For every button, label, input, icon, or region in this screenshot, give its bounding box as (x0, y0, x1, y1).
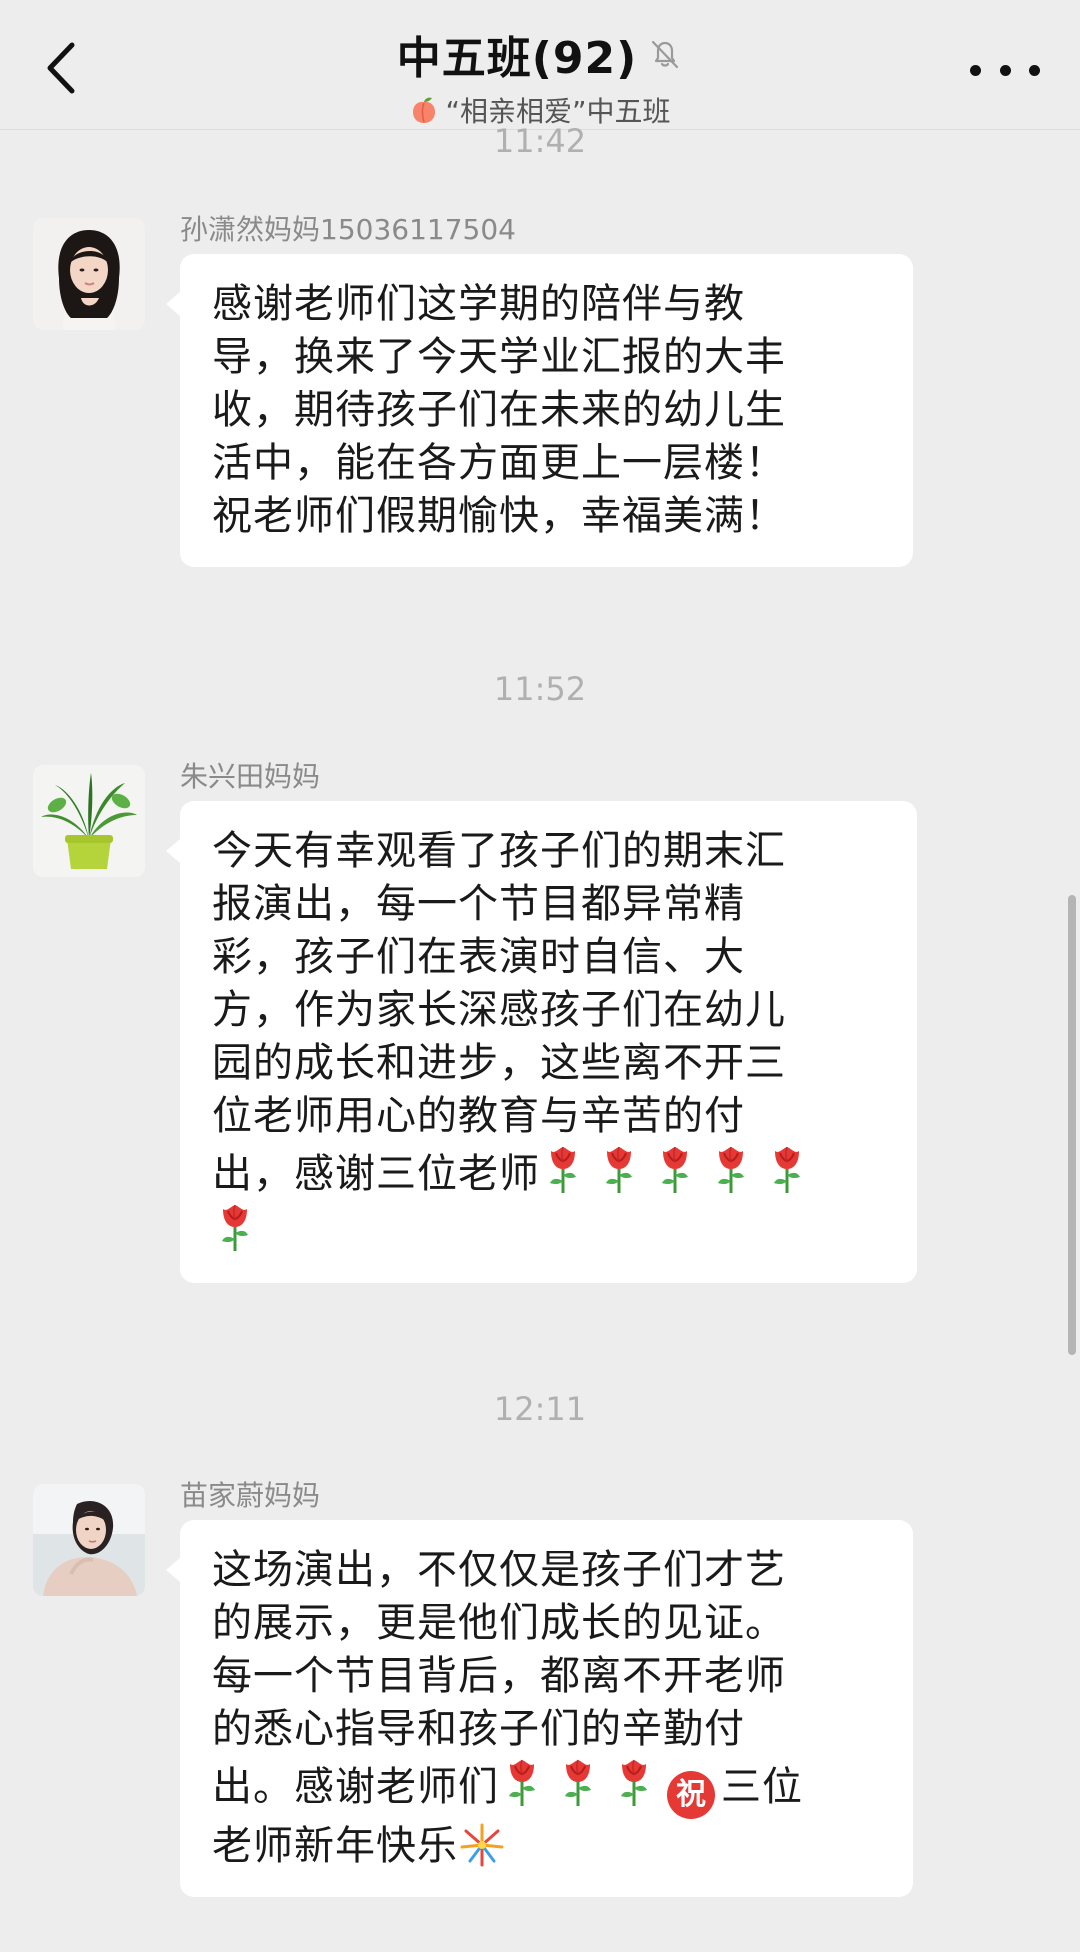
rose-emoji-icon (509, 1759, 535, 1806)
message-line: 祝老师们假期愉快，幸福美满！ (212, 493, 786, 539)
more-dots-icon (970, 64, 981, 76)
rose-emoji-group (540, 1146, 820, 1197)
message-line: 感谢老师们这学期的陪伴与教 (212, 281, 745, 327)
potted-plant-avatar (33, 765, 145, 877)
message-line: 老师新年快乐 (212, 1819, 879, 1873)
message-line: 的悉心指导和孩子们的辛勤付 (212, 1706, 745, 1752)
message-line: 每一个节目背后，都离不开老师 (212, 1653, 786, 1699)
chat-header: 中五班(92) “相亲相爱”中五班 (0, 0, 1080, 130)
message-line-text: 出，感谢三位老师 (212, 1151, 540, 1197)
mute-bell-icon (652, 40, 679, 69)
rose-emoji-icon (662, 1146, 688, 1193)
zhu-emoji-icon: 祝 (667, 1771, 715, 1819)
message-bubble[interactable]: 今天有幸观看了孩子们的期末汇 报演出，每一个节目都异常精 彩，孩子们在表演时自信… (166, 801, 917, 1283)
message-line: 收，期待孩子们在未来的幼儿生 (212, 387, 786, 433)
avatar[interactable] (33, 765, 145, 877)
more-options-button[interactable] (970, 50, 1040, 90)
rose-emoji-icon (550, 1146, 576, 1193)
scrollbar[interactable] (1068, 895, 1076, 1355)
timestamp: 11:52 (493, 670, 587, 708)
woman-portrait-avatar (33, 218, 145, 330)
sender-name: 苗家蔚妈妈 (180, 1479, 321, 1512)
message-line: 出。感谢老师们 祝三位 (212, 1756, 879, 1819)
rose-emoji-icon (222, 1204, 248, 1251)
avatar[interactable] (33, 218, 145, 330)
message-line (212, 1201, 883, 1259)
rose-emoji-icon (774, 1146, 800, 1193)
message-line-text: 老师新年快乐 (212, 1823, 458, 1869)
woman-portrait-2-avatar (33, 1484, 145, 1596)
timestamp: 11:42 (493, 122, 587, 160)
rose-emoji-group (499, 1759, 667, 1810)
rose-emoji-icon (565, 1759, 591, 1806)
message-line-text: 三位 (721, 1764, 803, 1810)
sender-name: 孙潇然妈妈15036117504 (180, 213, 516, 246)
message-line: 今天有幸观看了孩子们的期末汇 (212, 828, 786, 874)
message-bubble[interactable]: 感谢老师们这学期的陪伴与教 导，换来了今天学业汇报的大丰 收，期待孩子们在未来的… (166, 254, 913, 567)
message-line: 这场演出，不仅仅是孩子们才艺 (212, 1547, 786, 1593)
group-title: 中五班(92) (396, 33, 638, 84)
message-line-text: 出。感谢老师们 (212, 1764, 499, 1810)
fireworks-emoji-icon (460, 1823, 504, 1867)
message-line: 报演出，每一个节目都异常精 (212, 881, 745, 927)
rose-emoji-icon (621, 1759, 647, 1806)
sender-name: 朱兴田妈妈 (180, 760, 321, 793)
peach-icon (413, 97, 436, 123)
chat-title-area[interactable]: 中五班(92) “相亲相爱”中五班 (0, 22, 1080, 130)
message-line: 导，换来了今天学业汇报的大丰 (212, 334, 786, 380)
message-line: 方，作为家长深感孩子们在幼儿 (212, 987, 786, 1033)
message-line: 位老师用心的教育与辛苦的付 (212, 1093, 745, 1139)
chat-screen: 中五班(92) “相亲相爱”中五班 11:42 孙潇然妈妈15036117504… (0, 0, 1080, 1952)
message-line: 彩，孩子们在表演时自信、大 (212, 934, 745, 980)
message-bubble[interactable]: 这场演出，不仅仅是孩子们才艺 的展示，更是他们成长的见证。 每一个节目背后，都离… (166, 1520, 913, 1897)
timestamp: 12:11 (493, 1390, 587, 1428)
message-line: 活中，能在各方面更上一层楼！ (212, 440, 786, 486)
message-line: 出，感谢三位老师 (212, 1143, 883, 1201)
message-line: 的展示，更是他们成长的见证。 (212, 1600, 786, 1646)
avatar[interactable] (33, 1484, 145, 1596)
message-line: 园的成长和进步，这些离不开三 (212, 1040, 786, 1086)
rose-emoji-icon (606, 1146, 632, 1193)
rose-emoji-icon (718, 1146, 744, 1193)
rose-emoji-group (212, 1204, 268, 1255)
